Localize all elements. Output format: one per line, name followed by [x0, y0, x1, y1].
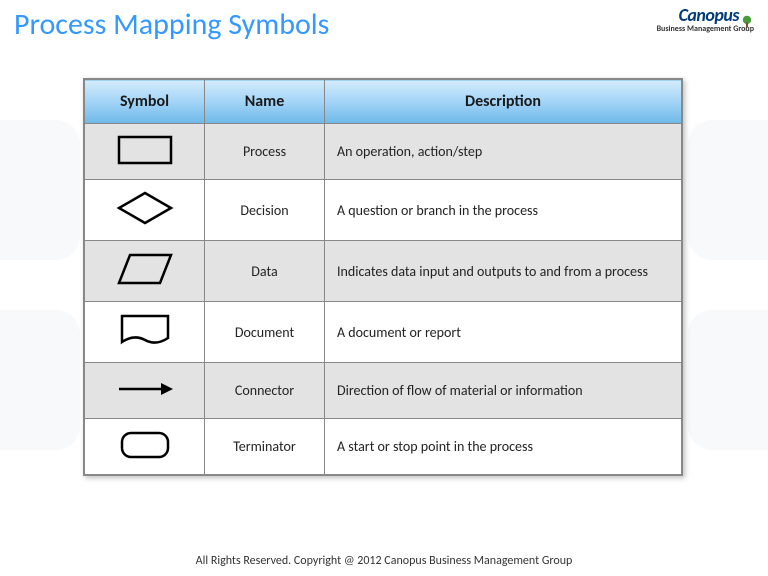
symbol-cell [85, 180, 205, 241]
desc-cell: A question or branch in the process [325, 180, 682, 241]
name-cell: Process [205, 124, 325, 180]
document-icon [118, 312, 172, 348]
desc-cell: Direction of flow of material or informa… [325, 363, 682, 419]
name-cell: Data [205, 241, 325, 302]
symbol-cell [85, 124, 205, 180]
symbol-cell [85, 363, 205, 419]
header-description: Description [325, 80, 682, 124]
data-icon [116, 251, 174, 287]
table-row: Connector Direction of flow of material … [85, 363, 682, 419]
connector-icon [115, 380, 175, 398]
header-symbol: Symbol [85, 80, 205, 124]
desc-cell: A start or stop point in the process [325, 419, 682, 475]
brand-logo: Canopus Business Management Group [657, 4, 754, 34]
process-icon [117, 135, 173, 165]
name-cell: Document [205, 302, 325, 363]
decision-icon [116, 190, 174, 226]
header-name: Name [205, 80, 325, 124]
table-row: Decision A question or branch in the pro… [85, 180, 682, 241]
copyright-footer: All Rights Reserved. Copyright @ 2012 Ca… [0, 554, 768, 568]
symbol-cell [85, 241, 205, 302]
symbol-cell [85, 302, 205, 363]
symbols-table: Symbol Name Description Process An opera… [83, 78, 683, 476]
logo-subtitle: Business Management Group [657, 24, 754, 34]
symbol-cell [85, 419, 205, 475]
table-row: Terminator A start or stop point in the … [85, 419, 682, 475]
terminator-icon [119, 430, 171, 460]
name-cell: Terminator [205, 419, 325, 475]
table-row: Data Indicates data input and outputs to… [85, 241, 682, 302]
desc-cell: Indicates data input and outputs to and … [325, 241, 682, 302]
name-cell: Decision [205, 180, 325, 241]
table-row: Document A document or report [85, 302, 682, 363]
desc-cell: An operation, action/step [325, 124, 682, 180]
page-title: Process Mapping Symbols [14, 6, 329, 43]
desc-cell: A document or report [325, 302, 682, 363]
name-cell: Connector [205, 363, 325, 419]
table-row: Process An operation, action/step [85, 124, 682, 180]
logo-text: Canopus [679, 4, 739, 26]
